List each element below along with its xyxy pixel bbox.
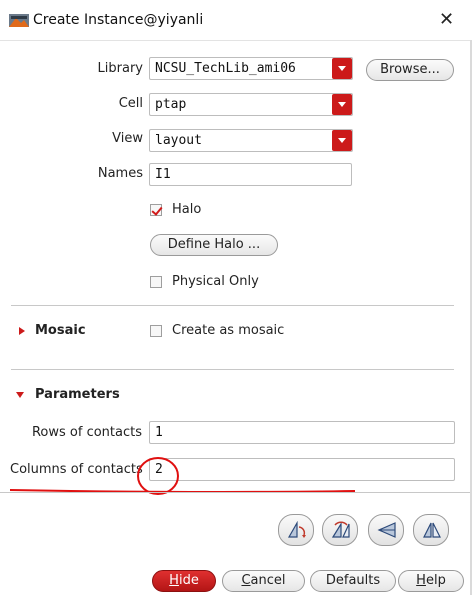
- collapse-arrow-icon[interactable]: [16, 392, 24, 398]
- physical-only-checkbox[interactable]: [150, 276, 162, 288]
- hide-mnemonic: H: [169, 573, 179, 588]
- cancel-mnemonic: C: [241, 573, 251, 588]
- names-input[interactable]: I1: [149, 163, 352, 186]
- cancel-label-rest: ancel: [250, 573, 286, 588]
- expand-arrow-icon[interactable]: [19, 327, 25, 335]
- create-as-mosaic-checkbox[interactable]: [150, 325, 162, 337]
- upside-down-button[interactable]: [368, 514, 404, 546]
- view-value: layout: [155, 133, 202, 148]
- sideways-button[interactable]: [322, 514, 358, 546]
- halo-label: Halo: [172, 202, 202, 217]
- hide-button[interactable]: Hide: [152, 570, 216, 592]
- cell-combo[interactable]: ptap: [149, 93, 353, 116]
- halo-checkbox[interactable]: [150, 204, 162, 216]
- mirror-icon: [423, 522, 441, 538]
- app-icon: [9, 14, 29, 27]
- create-as-mosaic-label: Create as mosaic: [172, 323, 285, 338]
- sideways-icon: [331, 521, 350, 538]
- cell-label: Cell: [118, 96, 143, 111]
- divider: [11, 305, 454, 306]
- divider: [11, 369, 454, 370]
- rotate-button[interactable]: [278, 514, 314, 546]
- browse-button[interactable]: Browse...: [366, 59, 454, 81]
- mosaic-section-title[interactable]: Mosaic: [35, 323, 86, 338]
- names-label: Names: [97, 166, 143, 181]
- upside-down-icon: [377, 522, 396, 538]
- library-combo[interactable]: NCSU_TechLib_ami06: [149, 57, 353, 80]
- help-mnemonic: H: [416, 573, 426, 588]
- physical-only-label: Physical Only: [172, 274, 259, 289]
- rows-of-contacts-label: Rows of contacts: [31, 425, 142, 440]
- defaults-button[interactable]: Defaults: [310, 570, 396, 592]
- chevron-down-icon[interactable]: [332, 94, 352, 115]
- divider: [0, 492, 470, 493]
- red-annotation-marks: [9, 457, 356, 495]
- cell-value: ptap: [155, 97, 187, 112]
- view-label: View: [112, 131, 143, 146]
- library-value: NCSU_TechLib_ami06: [155, 61, 296, 76]
- hide-label-rest: ide: [178, 573, 199, 588]
- cancel-button[interactable]: Cancel: [222, 570, 305, 592]
- chevron-down-icon[interactable]: [332, 130, 352, 151]
- window-title: Create Instance@yiyanli: [33, 12, 204, 28]
- parameters-section-title[interactable]: Parameters: [35, 387, 120, 402]
- define-halo-button[interactable]: Define Halo ...: [150, 234, 278, 256]
- close-icon[interactable]: ✕: [439, 9, 454, 30]
- library-label: Library: [97, 61, 143, 76]
- help-button[interactable]: Help: [398, 570, 464, 592]
- mirror-button[interactable]: [413, 514, 449, 546]
- view-combo[interactable]: layout: [149, 129, 353, 152]
- title-bar: Create Instance@yiyanli ✕: [0, 0, 472, 41]
- rotate-icon: [287, 521, 306, 538]
- chevron-down-icon[interactable]: [332, 58, 352, 79]
- help-label-rest: elp: [425, 573, 446, 588]
